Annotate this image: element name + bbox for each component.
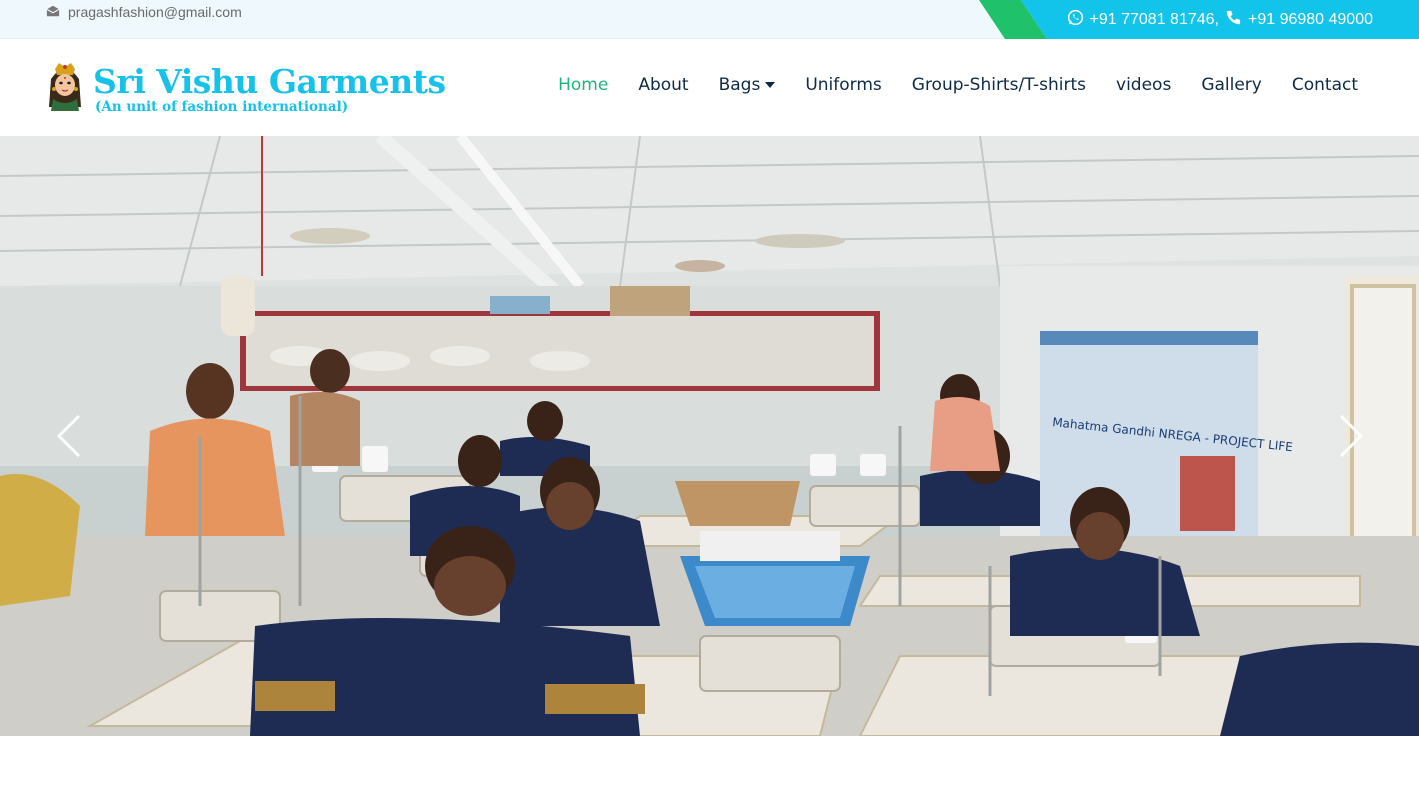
deity-logo-icon xyxy=(45,61,85,116)
phone-contacts[interactable]: +91 77081 81746, +91 96980 49000 xyxy=(1067,0,1373,39)
slider-next-button[interactable] xyxy=(1335,414,1365,458)
chevron-right-icon xyxy=(1335,414,1365,462)
nav-uniforms[interactable]: Uniforms xyxy=(805,75,881,95)
site-header: Sri Vishu Garments (An unit of fashion i… xyxy=(0,39,1419,136)
phone-number-1: +91 77081 81746, xyxy=(1089,10,1219,28)
email-contact[interactable]: pragashfashion@gmail.com xyxy=(46,3,242,21)
brand-tagline: (An unit of fashion international) xyxy=(95,98,349,115)
nav-contact[interactable]: Contact xyxy=(1292,75,1358,95)
phone-icon xyxy=(1225,9,1242,31)
email-text: pragashfashion@gmail.com xyxy=(68,4,242,20)
nav-bags[interactable]: Bags xyxy=(719,75,776,95)
whatsapp-icon xyxy=(1067,9,1084,31)
brand-name: Sri Vishu Garments xyxy=(93,61,446,101)
phone-number-2: +91 96980 49000 xyxy=(1247,10,1373,28)
site-logo[interactable]: Sri Vishu Garments (An unit of fashion i… xyxy=(45,61,446,116)
brand-text: Sri Vishu Garments (An unit of fashion i… xyxy=(93,61,446,115)
chevron-left-icon xyxy=(55,414,85,462)
top-bar: pragashfashion@gmail.com +91 77081 81746… xyxy=(0,0,1419,39)
hero-slider: Mahatma Gandhi NREGA - PROJECT LIFE xyxy=(0,136,1419,736)
nav-videos[interactable]: videos xyxy=(1116,75,1171,95)
nav-gallery[interactable]: Gallery xyxy=(1201,75,1262,95)
envelope-icon xyxy=(46,4,60,21)
nav-home[interactable]: Home xyxy=(558,75,608,95)
slider-prev-button[interactable] xyxy=(55,414,85,458)
hero-image: Mahatma Gandhi NREGA - PROJECT LIFE xyxy=(0,136,1419,736)
nav-about[interactable]: About xyxy=(638,75,688,95)
main-nav: Home About Bags Uniforms Group-Shirts/T-… xyxy=(558,75,1358,95)
nav-bags-label: Bags xyxy=(718,75,761,95)
nav-group-shirts[interactable]: Group-Shirts/T-shirts xyxy=(912,75,1086,95)
phone-band: +91 77081 81746, +91 96980 49000 xyxy=(979,0,1419,39)
caret-down-icon xyxy=(765,82,776,88)
